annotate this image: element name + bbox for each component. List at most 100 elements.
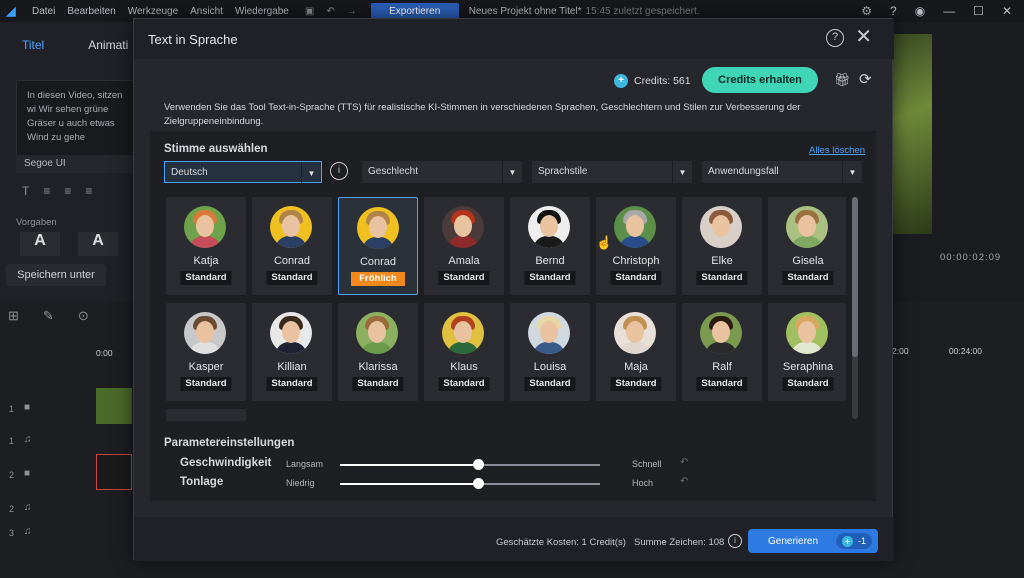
menu-item-ansicht[interactable]: Ansicht <box>190 6 223 17</box>
close-icon[interactable]: ✕ <box>855 27 872 47</box>
generate-button[interactable]: Generieren + -1 <box>748 529 878 553</box>
voice-avatar <box>786 206 828 248</box>
clear-all-link[interactable]: Alles löschen <box>809 145 865 156</box>
menu-item-bearbeiten[interactable]: Bearbeiten <box>67 6 115 17</box>
presets-label: Vorgaben <box>16 217 57 228</box>
voice-card-killian[interactable]: Killian Standard <box>252 303 332 401</box>
language-select[interactable]: Deutsch ▼ <box>164 161 322 184</box>
edit-tool-icon[interactable]: ✎ <box>43 308 54 324</box>
pitch-slider-handle[interactable] <box>472 478 484 489</box>
voice-section-label: Stimme auswählen <box>164 143 268 155</box>
app-logo-icon: ◢ <box>6 4 16 18</box>
voice-style-badge: Standard <box>266 377 318 391</box>
settings-gear-icon[interactable]: ⚙ <box>861 4 872 18</box>
options-icon[interactable]: ⊙ <box>78 308 89 324</box>
usecase-select[interactable]: Anwendungsfall ▼ <box>702 161 862 183</box>
timeline-start: 0:00 <box>96 348 113 358</box>
preset-item[interactable]: A <box>20 232 60 256</box>
voice-card-conrad[interactable]: Conrad Standard <box>252 197 332 295</box>
text-color-icon[interactable]: T <box>22 184 29 198</box>
menu-item-datei[interactable]: Datei <box>32 6 55 17</box>
help-icon[interactable]: ? <box>890 4 897 18</box>
audio-track-icon: ♫ <box>24 502 32 513</box>
reset-icon[interactable]: ↶ <box>680 457 688 468</box>
tab-titel[interactable]: Titel <box>0 38 66 52</box>
voice-name: Elke <box>711 255 733 267</box>
voice-name: Kasper <box>188 361 224 373</box>
project-title: Neues Projekt ohne Titel* <box>468 5 582 17</box>
voice-avatar <box>700 312 742 354</box>
voice-avatar <box>442 312 484 354</box>
voice-card-maja[interactable]: Maja Standard <box>596 303 676 401</box>
mouse-cursor-icon: ☝ <box>596 235 613 250</box>
select-tool-icon[interactable]: ⊞ <box>8 308 19 324</box>
speed-slider-handle[interactable] <box>472 459 484 470</box>
speed-high-label: Schnell <box>632 459 662 469</box>
voice-card-louisa[interactable]: Louisa Standard <box>510 303 590 401</box>
voice-card-gisela[interactable]: Gisela Standard <box>768 197 846 295</box>
info-icon[interactable]: i <box>728 534 742 548</box>
params-title: Parametereinstellungen <box>164 437 295 449</box>
align-right-icon[interactable]: ≡ <box>85 184 92 198</box>
voice-name: Conrad <box>273 255 311 267</box>
export-button[interactable]: Exportieren <box>370 2 459 20</box>
timeline-ruler: 2:00 00:24:00 <box>892 346 983 356</box>
language-select-value: Deutsch <box>171 167 208 178</box>
reset-icon[interactable]: ↶ <box>680 476 688 487</box>
voice-avatar <box>270 312 312 354</box>
voice-card-kasper[interactable]: Kasper Standard <box>166 303 246 401</box>
speed-slider[interactable] <box>340 464 600 466</box>
voice-card-bernd[interactable]: Bernd Standard <box>510 197 590 295</box>
align-left-icon[interactable]: ≡ <box>43 184 50 198</box>
voice-avatar <box>528 312 570 354</box>
menu-item-wiedergabe[interactable]: Wiedergabe <box>235 6 289 17</box>
voice-name: Amala <box>448 255 480 267</box>
align-center-icon[interactable]: ≡ <box>64 184 71 198</box>
voice-card-conrad[interactable]: Conrad Fröhlich <box>338 197 418 295</box>
title-clip[interactable] <box>96 454 132 490</box>
close-window-icon[interactable]: ✕ <box>1002 4 1012 18</box>
voice-style-badge: Fröhlich <box>351 272 405 286</box>
voice-card-amala[interactable]: Amala Standard <box>424 197 504 295</box>
style-select[interactable]: Sprachstile ▼ <box>532 161 692 183</box>
info-icon[interactable]: i <box>330 162 348 180</box>
minimize-icon[interactable]: — <box>943 4 955 18</box>
voice-avatar <box>357 207 399 249</box>
description-text: Verwenden Sie das Tool Text-in-Sprache (… <box>164 102 801 127</box>
voice-name: Gisela <box>792 255 824 267</box>
pitch-slider[interactable] <box>340 483 600 485</box>
voice-name: Ralf <box>712 361 732 373</box>
voice-card-ralf[interactable]: Ralf Standard <box>682 303 762 401</box>
voice-card-seraphina[interactable]: Seraphina Standard <box>768 303 846 401</box>
gender-select[interactable]: Geschlecht ▼ <box>362 161 522 183</box>
undo-icon[interactable]: ↶ <box>326 6 334 17</box>
maximize-icon[interactable]: ☐ <box>973 4 984 18</box>
voice-card-klaus[interactable]: Klaus Standard <box>424 303 504 401</box>
chevron-down-icon: ▼ <box>502 161 522 183</box>
font-select[interactable]: Segoe UI <box>16 155 134 173</box>
menu-item-werkzeuge[interactable]: Werkzeuge <box>128 6 178 17</box>
preset-item[interactable]: A <box>78 232 118 256</box>
chevron-down-icon: ▼ <box>301 162 321 184</box>
gift-icon[interactable]: 🎁︎ <box>834 72 851 88</box>
help-icon[interactable]: ? <box>826 29 844 47</box>
scrollbar-thumb[interactable] <box>852 197 858 357</box>
voice-name: Conrad <box>359 256 397 268</box>
account-icon[interactable]: ◉ <box>915 4 925 18</box>
timecode: 00:00:02:09 <box>940 252 1002 263</box>
voice-style-badge: Standard <box>352 377 404 391</box>
credits-display: + Credits: 561 <box>614 69 691 93</box>
voice-card-katja[interactable]: Katja Standard <box>166 197 246 295</box>
refresh-icon[interactable]: ⟳ <box>859 70 872 88</box>
save-as-button[interactable]: Speichern unter <box>6 264 106 286</box>
voice-card[interactable] <box>166 409 246 421</box>
speed-row: Geschwindigkeit Langsam Schnell ↶ <box>180 457 700 473</box>
voice-card-elke[interactable]: Elke Standard <box>682 197 762 295</box>
video-clip[interactable] <box>96 388 132 424</box>
redo-icon[interactable]: → <box>347 6 357 17</box>
save-icon[interactable]: ▣ <box>305 6 314 17</box>
speed-low-label: Langsam <box>286 459 324 469</box>
get-credits-button[interactable]: Credits erhalten <box>702 67 818 93</box>
voice-card-klarissa[interactable]: Klarissa Standard <box>338 303 418 401</box>
voice-name: Christoph <box>612 255 660 267</box>
